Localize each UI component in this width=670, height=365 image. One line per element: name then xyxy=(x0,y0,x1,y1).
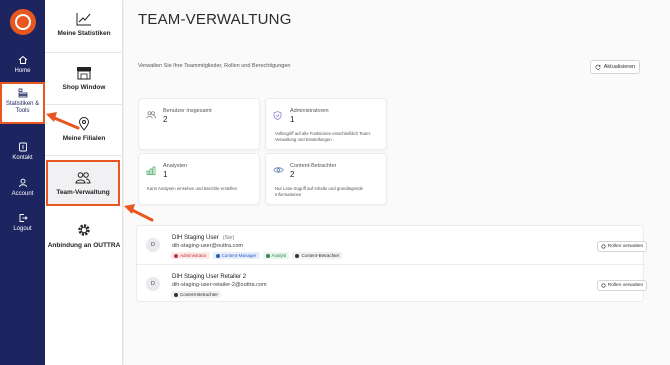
user-name-text: DIH Staging User Retailer 2 xyxy=(172,274,247,280)
role-tag-content-betrachter: Content-Betrachter xyxy=(171,291,222,298)
role-tag-label: Content-Betrachter xyxy=(301,253,340,258)
stat-value: 1 xyxy=(290,115,295,124)
role-tags: Administrator Content-Manager Analyst Co… xyxy=(171,252,343,259)
role-dot-icon xyxy=(265,253,270,258)
sub-navigation: Meine Statistiken Shop Window Meine Fili… xyxy=(45,0,123,365)
role-tag-label: Content-Manager xyxy=(221,253,257,258)
user-name-text: DIH Staging User xyxy=(172,235,219,241)
users-icon xyxy=(146,111,156,119)
stat-label: Benutzer insgesamt xyxy=(163,108,212,114)
list-item: D DIH Staging User (Sie) dih-staging-user… xyxy=(137,226,647,264)
refresh-label: Aktualisieren xyxy=(603,64,636,70)
subnav-label-shop-window: Shop Window xyxy=(62,84,106,91)
role-tag-content-betrachter: Content-Betrachter xyxy=(292,252,343,259)
rail-item-statistics-tools[interactable]: Statistiken & Tools xyxy=(0,82,45,124)
storefront-icon xyxy=(77,67,91,80)
manage-roles-button[interactable]: Rollen verwalten xyxy=(597,241,647,252)
stat-card-users: Benutzer insgesamt 2 xyxy=(138,98,260,150)
team-icon xyxy=(75,172,91,184)
avatar: D xyxy=(146,277,160,291)
user-icon xyxy=(18,178,27,188)
subnav-label-team-verwaltung: Team-Verwaltung xyxy=(56,189,110,196)
user-email: dih-staging-user@outtra.com xyxy=(172,243,244,249)
role-tag-label: Content-Betrachter xyxy=(180,292,219,297)
subnav-label-filialen: Meine Filialen xyxy=(62,135,106,142)
subnav-item-team-verwaltung[interactable]: Team-Verwaltung xyxy=(46,160,120,206)
stat-description: Vollzugriff auf alle Funktionen einschli… xyxy=(275,131,372,142)
avatar: D xyxy=(146,238,160,252)
role-dot-icon xyxy=(295,253,300,258)
stat-description: Nur Lese-Zugriff auf Inhalte und grundle… xyxy=(275,186,364,197)
bar-chart-icon xyxy=(146,166,156,175)
stat-label: Analysten xyxy=(163,163,188,169)
role-tags: Content-Betrachter xyxy=(171,291,222,298)
role-tag-label: Analyst xyxy=(271,253,287,258)
gear-icon xyxy=(78,224,90,236)
subnav-label-statistiken: Meine Statistiken xyxy=(57,30,111,37)
rail-label-home: Home xyxy=(14,68,31,74)
rail-label-account: Account xyxy=(11,191,34,197)
rail-label-logout: Logout xyxy=(13,226,32,232)
stat-label: Content-Betrachter xyxy=(290,163,337,169)
subnav-item-filialen[interactable]: Meine Filialen xyxy=(45,117,123,142)
subnav-item-statistiken[interactable]: Meine Statistiken xyxy=(45,12,123,37)
rail-item-home[interactable]: Home xyxy=(0,55,45,75)
stat-value: 2 xyxy=(163,115,168,124)
shield-icon xyxy=(273,111,282,120)
map-pin-icon xyxy=(78,117,90,131)
manage-roles-label: Rollen verwalten xyxy=(607,283,644,288)
gear-icon xyxy=(601,283,606,288)
gear-icon xyxy=(601,244,606,249)
list-item: D DIH Staging User Retailer 2 dih-stagin… xyxy=(137,264,647,302)
page-subtitle: Verwalten Sie Ihre Teammitglieder, Rolle… xyxy=(138,63,291,69)
refresh-button[interactable]: Aktualisieren xyxy=(590,60,640,74)
role-dot-icon xyxy=(174,253,178,258)
main-content: TEAM-VERWALTUNG Verwalten Sie Ihre Teamm… xyxy=(124,0,670,365)
stat-value: 1 xyxy=(163,170,168,179)
stat-card-content-viewers: Content-Betrachter 2 Nur Lese-Zugriff au… xyxy=(265,153,387,205)
stat-value: 2 xyxy=(290,170,295,179)
manage-roles-button[interactable]: Rollen verwalten xyxy=(597,280,647,291)
chart-tools-icon xyxy=(18,88,27,98)
role-dot-icon xyxy=(174,292,178,297)
home-icon xyxy=(18,55,27,64)
rail-item-logout[interactable]: Logout xyxy=(0,213,45,233)
stat-description: Kann Analysen einsehen und Berichte erst… xyxy=(147,186,238,191)
role-tag-content-manager: Content-Manager xyxy=(212,252,260,259)
rail-item-account[interactable]: Account xyxy=(0,178,45,198)
rail-label-kontakt: Kontakt xyxy=(12,155,33,161)
user-list: D DIH Staging User (Sie) dih-staging-user… xyxy=(136,225,647,302)
you-marker: (Sie) xyxy=(222,235,235,241)
eye-icon xyxy=(273,167,284,173)
role-dot-icon xyxy=(215,253,220,258)
subnav-item-anbindung[interactable]: Anbindung an OUTTRA xyxy=(45,222,123,249)
role-tag-administrator: Administrator xyxy=(171,252,210,259)
role-tag-analyst: Analyst xyxy=(262,252,290,259)
user-email: dih-staging-user-retailer-2@outtra.com xyxy=(172,282,267,288)
page-title: TEAM-VERWALTUNG xyxy=(138,11,292,28)
rail-label-statistics-tools: Statistiken & Tools xyxy=(5,101,40,114)
rail-item-kontakt[interactable]: Kontakt xyxy=(0,142,45,162)
refresh-icon xyxy=(595,64,601,70)
role-tag-label: Administrator xyxy=(180,253,207,258)
logout-icon xyxy=(19,214,28,222)
line-chart-icon xyxy=(76,13,91,26)
user-name: DIH Staging User Retailer 2 xyxy=(172,274,246,280)
manage-roles-label: Rollen verwalten xyxy=(607,244,644,249)
outtra-logo[interactable] xyxy=(10,9,36,35)
main-nav-rail: Home Statistiken & Tools Kontakt Account… xyxy=(0,0,45,365)
user-name: DIH Staging User (Sie) xyxy=(172,235,234,241)
subnav-item-shop-window[interactable]: Shop Window xyxy=(45,66,123,91)
stat-label: Administratoren xyxy=(290,108,329,114)
stat-card-admins: Administratoren 1 Vollzugriff auf alle F… xyxy=(265,98,387,150)
stat-card-analysts: Analysten 1 Kann Analysen einsehen und B… xyxy=(138,153,260,205)
contact-icon xyxy=(18,142,27,152)
subnav-label-anbindung: Anbindung an OUTTRA xyxy=(47,242,121,249)
